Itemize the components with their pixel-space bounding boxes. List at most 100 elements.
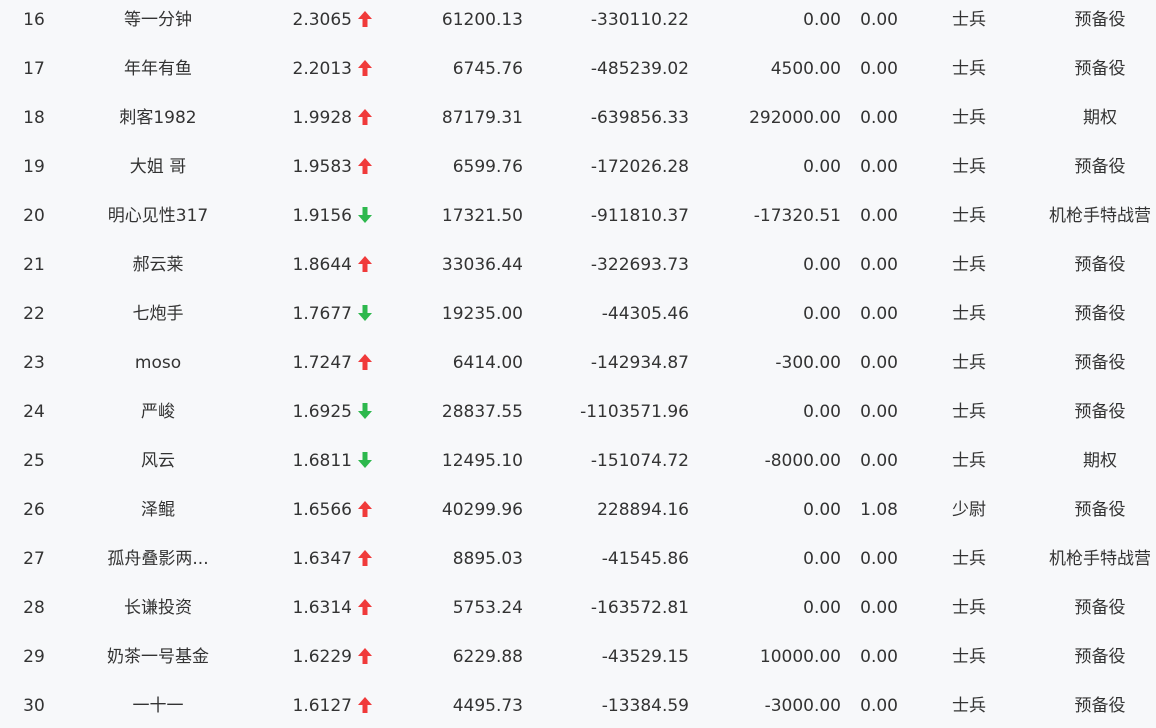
arrow-up-icon — [358, 549, 372, 566]
value-a-cell: 40299.96 — [441, 500, 523, 520]
arrow-up-icon — [358, 157, 372, 174]
ratio-cell: 1.9583 — [292, 157, 352, 177]
name-cell[interactable]: 年年有鱼 — [68, 49, 248, 98]
arrow-up-icon — [358, 255, 372, 272]
type-cell: 预备役 — [1074, 598, 1126, 618]
level-cell: 士兵 — [952, 647, 986, 667]
ratio-cell: 1.7677 — [292, 304, 352, 324]
value-c-cell: 10000.00 — [759, 647, 841, 667]
rank-cell: 19 — [23, 157, 45, 177]
value-a-cell: 28837.55 — [441, 402, 523, 422]
name-cell[interactable]: 七炮手 — [68, 294, 248, 343]
trend-cell — [358, 147, 380, 196]
ratio-cell: 1.7247 — [292, 353, 352, 373]
level-cell: 士兵 — [952, 353, 986, 373]
rank-cell: 30 — [23, 696, 45, 716]
level-cell: 士兵 — [952, 304, 986, 324]
ratio-cell: 1.6127 — [292, 696, 352, 716]
ratio-cell: 1.6347 — [292, 549, 352, 569]
table-row-23[interactable]: 23 moso 1.7247 6414.00 -142934.87 -300.0… — [0, 343, 1156, 392]
arrow-up-icon — [358, 696, 372, 713]
rank-cell: 28 — [23, 598, 45, 618]
table-row-26[interactable]: 26 泽鲲 1.6566 40299.96 228894.16 0.00 1.0… — [0, 490, 1156, 539]
rank-cell: 16 — [23, 10, 45, 30]
arrow-down-icon — [358, 206, 372, 223]
value-a-cell: 6414.00 — [452, 353, 523, 373]
table-row-27[interactable]: 27 孤舟叠影两... 1.6347 8895.03 -41545.86 0.0… — [0, 539, 1156, 588]
value-b-cell: -163572.81 — [590, 598, 689, 618]
value-a-cell: 19235.00 — [441, 304, 523, 324]
value-b-cell: -322693.73 — [590, 255, 689, 275]
value-c-cell: 0.00 — [803, 598, 841, 618]
value-c-cell: 4500.00 — [770, 59, 841, 79]
type-cell: 预备役 — [1074, 10, 1126, 30]
value-c-cell: -300.00 — [775, 353, 841, 373]
arrow-down-icon — [358, 451, 372, 468]
ranking-table: 16 等一分钟 2.3065 61200.13 -330110.22 0.00 … — [0, 0, 1156, 728]
type-cell: 机枪手特战营 — [1049, 206, 1151, 226]
name-cell[interactable]: 长谦投资 — [68, 588, 248, 637]
name-cell[interactable]: 泽鲲 — [68, 490, 248, 539]
ratio-cell: 2.2013 — [292, 59, 352, 79]
arrow-up-icon — [358, 647, 372, 664]
value-c-cell: -17320.51 — [753, 206, 841, 226]
rank-cell: 27 — [23, 549, 45, 569]
level-cell: 士兵 — [952, 451, 986, 471]
trend-cell — [358, 245, 380, 294]
name-cell[interactable]: 风云 — [68, 441, 248, 490]
name-cell[interactable]: 一十一 — [68, 686, 248, 728]
table-row-18[interactable]: 18 刺客1982 1.9928 87179.31 -639856.33 292… — [0, 98, 1156, 147]
name-cell[interactable]: 等一分钟 — [68, 0, 248, 49]
name-cell[interactable]: 刺客1982 — [68, 98, 248, 147]
table-row-20[interactable]: 20 明心见性317 1.9156 17321.50 -911810.37 -1… — [0, 196, 1156, 245]
type-cell: 机枪手特战营 — [1049, 549, 1151, 569]
name-cell[interactable]: 大姐 哥 — [68, 147, 248, 196]
value-c-cell: -3000.00 — [764, 696, 841, 716]
value-b-cell: -142934.87 — [590, 353, 689, 373]
arrow-up-icon — [358, 353, 372, 370]
value-d-cell: 0.00 — [860, 157, 898, 177]
type-cell: 预备役 — [1074, 696, 1126, 716]
rank-cell: 26 — [23, 500, 45, 520]
table-row-21[interactable]: 21 郝云莱 1.8644 33036.44 -322693.73 0.00 0… — [0, 245, 1156, 294]
value-b-cell: -172026.28 — [590, 157, 689, 177]
value-b-cell: -43529.15 — [601, 647, 689, 667]
table-row-22[interactable]: 22 七炮手 1.7677 19235.00 -44305.46 0.00 0.… — [0, 294, 1156, 343]
arrow-up-icon — [358, 10, 372, 27]
rank-cell: 18 — [23, 108, 45, 128]
ratio-cell: 1.6566 — [292, 500, 352, 520]
name-cell[interactable]: 严峻 — [68, 392, 248, 441]
value-a-cell: 8895.03 — [452, 549, 523, 569]
type-cell: 期权 — [1083, 451, 1117, 471]
table-row-19[interactable]: 19 大姐 哥 1.9583 6599.76 -172026.28 0.00 0… — [0, 147, 1156, 196]
value-d-cell: 0.00 — [860, 206, 898, 226]
arrow-down-icon — [358, 402, 372, 419]
name-cell[interactable]: 明心见性317 — [68, 196, 248, 245]
ratio-cell: 1.6925 — [292, 402, 352, 422]
name-cell[interactable]: 孤舟叠影两... — [68, 539, 248, 588]
ratio-cell: 1.6811 — [292, 451, 352, 471]
ratio-cell: 1.8644 — [292, 255, 352, 275]
table-row-17[interactable]: 17 年年有鱼 2.2013 6745.76 -485239.02 4500.0… — [0, 49, 1156, 98]
table-row-28[interactable]: 28 长谦投资 1.6314 5753.24 -163572.81 0.00 0… — [0, 588, 1156, 637]
value-d-cell: 1.08 — [860, 500, 898, 520]
value-a-cell: 6229.88 — [452, 647, 523, 667]
value-d-cell: 0.00 — [860, 304, 898, 324]
level-cell: 士兵 — [952, 696, 986, 716]
table-row-24[interactable]: 24 严峻 1.6925 28837.55 -1103571.96 0.00 0… — [0, 392, 1156, 441]
table-row-29[interactable]: 29 奶茶一号基金 1.6229 6229.88 -43529.15 10000… — [0, 637, 1156, 686]
value-b-cell: 228894.16 — [597, 500, 689, 520]
table-row-30[interactable]: 30 一十一 1.6127 4495.73 -13384.59 -3000.00… — [0, 686, 1156, 728]
trend-cell — [358, 686, 380, 728]
trend-cell — [358, 0, 380, 49]
value-c-cell: 0.00 — [803, 304, 841, 324]
table-row-25[interactable]: 25 风云 1.6811 12495.10 -151074.72 -8000.0… — [0, 441, 1156, 490]
name-cell[interactable]: 郝云莱 — [68, 245, 248, 294]
name-cell[interactable]: 奶茶一号基金 — [68, 637, 248, 686]
rank-cell: 17 — [23, 59, 45, 79]
value-a-cell: 6745.76 — [452, 59, 523, 79]
arrow-up-icon — [358, 598, 372, 615]
name-cell[interactable]: moso — [68, 343, 248, 392]
table-row-16[interactable]: 16 等一分钟 2.3065 61200.13 -330110.22 0.00 … — [0, 0, 1156, 49]
value-d-cell: 0.00 — [860, 451, 898, 471]
